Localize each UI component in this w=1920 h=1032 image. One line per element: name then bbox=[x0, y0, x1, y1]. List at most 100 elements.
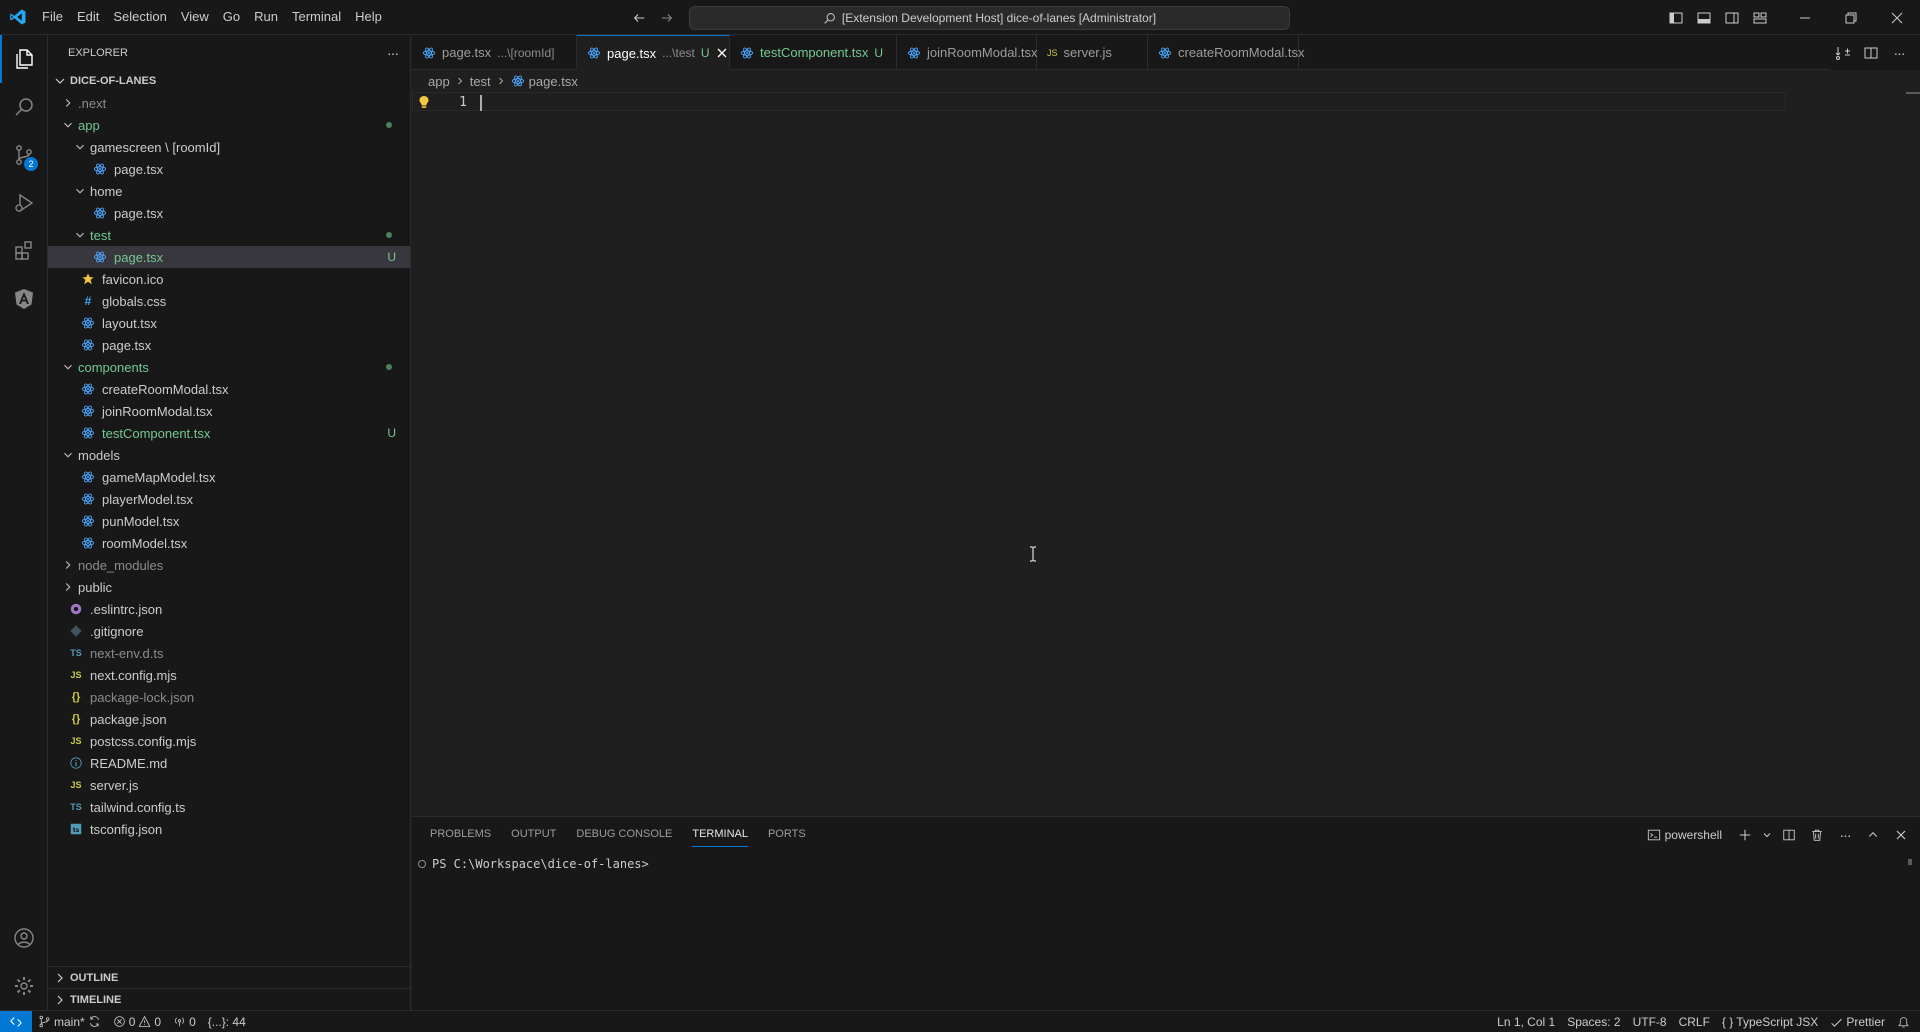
trash-icon[interactable] bbox=[1804, 823, 1830, 847]
toggle-panel-icon[interactable] bbox=[1691, 6, 1717, 30]
more-actions-icon[interactable]: ··· bbox=[1886, 41, 1912, 65]
bracket-status[interactable]: {...}: 44 bbox=[202, 1011, 252, 1032]
tree-file[interactable]: gameMapModel.tsx bbox=[48, 466, 410, 488]
editor-tab[interactable]: joinRoomModal.tsx bbox=[897, 35, 1038, 70]
minimize-icon[interactable] bbox=[1782, 0, 1828, 35]
restore-icon[interactable] bbox=[1828, 0, 1874, 35]
ports-status[interactable]: 0 bbox=[167, 1011, 202, 1032]
close-tab-icon[interactable] bbox=[716, 45, 728, 61]
command-center-search[interactable]: [Extension Development Host] dice-of-lan… bbox=[689, 6, 1290, 30]
tree-file[interactable]: {} package.json bbox=[48, 708, 410, 730]
remote-indicator-icon[interactable] bbox=[0, 1010, 32, 1032]
tree-file[interactable]: .gitignore bbox=[48, 620, 410, 642]
tree-file[interactable]: {} package-lock.json bbox=[48, 686, 410, 708]
project-folder-header[interactable]: DICE-OF-LANES bbox=[48, 70, 410, 92]
lightbulb-icon[interactable] bbox=[417, 95, 431, 109]
encoding[interactable]: UTF-8 bbox=[1627, 1011, 1673, 1032]
tree-folder[interactable]: public bbox=[48, 576, 410, 598]
tree-folder[interactable]: home bbox=[48, 180, 410, 202]
breadcrumb-segment-app[interactable]: app bbox=[428, 74, 450, 89]
panel-tab-terminal[interactable]: TERMINAL bbox=[682, 817, 758, 852]
more-actions-icon[interactable]: ··· bbox=[387, 45, 399, 61]
menu-run[interactable]: Run bbox=[247, 5, 285, 29]
maximize-panel-icon[interactable] bbox=[1860, 823, 1886, 847]
explorer-view-icon[interactable] bbox=[0, 35, 48, 83]
tree-folder[interactable]: app bbox=[48, 114, 410, 136]
tree-file[interactable]: TS next-env.d.ts bbox=[48, 642, 410, 664]
notifications-bell-icon[interactable] bbox=[1891, 1011, 1920, 1032]
close-window-icon[interactable] bbox=[1874, 0, 1920, 35]
panel-tab-ports[interactable]: PORTS bbox=[758, 817, 816, 852]
tree-file[interactable]: punModel.tsx bbox=[48, 510, 410, 532]
tree-file[interactable]: .eslintrc.json bbox=[48, 598, 410, 620]
menu-go[interactable]: Go bbox=[216, 5, 247, 29]
tree-file[interactable]: JS postcss.config.mjs bbox=[48, 730, 410, 752]
tree-file[interactable]: playerModel.tsx bbox=[48, 488, 410, 510]
menu-edit[interactable]: Edit bbox=[70, 5, 106, 29]
tree-folder[interactable]: gamescreen \ [roomId] bbox=[48, 136, 410, 158]
tree-folder[interactable]: components bbox=[48, 356, 410, 378]
tree-folder[interactable]: models bbox=[48, 444, 410, 466]
more-actions-icon[interactable]: ··· bbox=[1832, 823, 1858, 847]
language-mode[interactable]: { } TypeScript JSX bbox=[1716, 1011, 1824, 1032]
breadcrumb-segment-test[interactable]: test bbox=[470, 74, 491, 89]
tree-file[interactable]: createRoomModal.tsx bbox=[48, 378, 410, 400]
tree-folder[interactable]: node_modules bbox=[48, 554, 410, 576]
tree-file[interactable]: page.tsx bbox=[48, 158, 410, 180]
panel-tab-debug-console[interactable]: DEBUG CONSOLE bbox=[566, 817, 682, 852]
close-panel-icon[interactable] bbox=[1888, 823, 1914, 847]
cursor-position[interactable]: Ln 1, Col 1 bbox=[1491, 1011, 1561, 1032]
split-terminal-icon[interactable] bbox=[1776, 823, 1802, 847]
open-changes-icon[interactable] bbox=[1830, 41, 1856, 65]
tree-file[interactable]: TS tailwind.config.ts bbox=[48, 796, 410, 818]
branch-status[interactable]: main* bbox=[32, 1011, 107, 1032]
new-terminal-icon[interactable] bbox=[1732, 823, 1758, 847]
code-editor[interactable]: 1 bbox=[412, 92, 1920, 816]
go-forward-icon[interactable] bbox=[655, 6, 679, 30]
tree-file[interactable]: JS server.js bbox=[48, 774, 410, 796]
run-and-debug-view-icon[interactable] bbox=[0, 179, 48, 227]
tree-file[interactable]: page.tsx bbox=[48, 202, 410, 224]
source-control-view-icon[interactable]: 2 bbox=[0, 131, 48, 179]
tree-file[interactable]: page.tsx bbox=[48, 334, 410, 356]
tree-folder[interactable]: .next bbox=[48, 92, 410, 114]
angular-view-icon[interactable] bbox=[0, 275, 48, 323]
menu-file[interactable]: File bbox=[35, 5, 70, 29]
editor-tab[interactable]: createRoomModal.tsx bbox=[1148, 35, 1304, 70]
go-back-icon[interactable] bbox=[627, 6, 651, 30]
terminal-selector[interactable]: powershell bbox=[1639, 828, 1730, 842]
tree-file[interactable]: page.tsx U bbox=[48, 246, 410, 268]
menu-help[interactable]: Help bbox=[348, 5, 389, 29]
menu-terminal[interactable]: Terminal bbox=[285, 5, 348, 29]
terminal-output[interactable]: PS C:\Workspace\dice-of-lanes> bbox=[418, 857, 649, 871]
manage-gear-icon[interactable] bbox=[0, 962, 48, 1010]
menu-selection[interactable]: Selection bbox=[106, 5, 173, 29]
end-of-line[interactable]: CRLF bbox=[1673, 1011, 1716, 1032]
tree-file[interactable]: testComponent.tsx U bbox=[48, 422, 410, 444]
breadcrumb-file[interactable]: page.tsx bbox=[529, 74, 578, 89]
panel-tab-output[interactable]: OUTPUT bbox=[501, 817, 566, 852]
split-editor-icon[interactable] bbox=[1858, 41, 1884, 65]
accounts-icon[interactable] bbox=[0, 914, 48, 962]
customize-layout-icon[interactable] bbox=[1747, 6, 1773, 30]
tree-file[interactable]: JS next.config.mjs bbox=[48, 664, 410, 686]
editor-tab[interactable]: testComponent.tsx U bbox=[730, 35, 897, 70]
tree-folder[interactable]: test bbox=[48, 224, 410, 246]
extensions-view-icon[interactable] bbox=[0, 227, 48, 275]
toggle-primary-sidebar-icon[interactable] bbox=[1663, 6, 1689, 30]
prettier-status[interactable]: Prettier bbox=[1824, 1011, 1891, 1032]
tree-file[interactable]: joinRoomModal.tsx bbox=[48, 400, 410, 422]
chevron-down-icon[interactable] bbox=[1760, 823, 1774, 847]
editor-tab[interactable]: page.tsx ...\[roomId] bbox=[412, 35, 577, 70]
search-view-icon[interactable] bbox=[0, 83, 48, 131]
tree-file[interactable]: layout.tsx bbox=[48, 312, 410, 334]
problems-status[interactable]: 0 0 bbox=[107, 1011, 167, 1032]
tree-file[interactable]: roomModel.tsx bbox=[48, 532, 410, 554]
indentation[interactable]: Spaces: 2 bbox=[1561, 1011, 1626, 1032]
tree-file[interactable]: README.md bbox=[48, 752, 410, 774]
tree-file[interactable]: # globals.css bbox=[48, 290, 410, 312]
tree-file[interactable]: ts tsconfig.json bbox=[48, 818, 410, 840]
editor-tab[interactable]: page.tsx ...\test U bbox=[577, 35, 730, 70]
toggle-secondary-sidebar-icon[interactable] bbox=[1719, 6, 1745, 30]
editor-tab[interactable]: JS server.js bbox=[1037, 35, 1148, 70]
